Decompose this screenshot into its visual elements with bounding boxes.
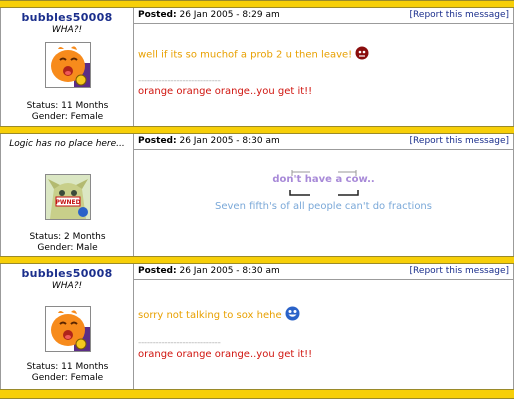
message-board: bubbles50008 WHA?! Status: 11 Months Gen… [0, 0, 516, 402]
posted-date: 26 Jan 2005 - 8:30 am [179, 266, 280, 276]
author-panel: bubbles50008 WHA?! Status: 11 Months Gen… [1, 264, 134, 389]
signature-banner: don't have a cow.. [134, 168, 513, 198]
report-message-link[interactable]: [Report this message] [410, 264, 509, 279]
posted-label: Posted: [138, 266, 177, 276]
post-header: Posted: 26 Jan 2005 - 8:30 am [Report th… [134, 264, 513, 280]
orange-blob-avatar-icon [46, 307, 90, 351]
author-title: WHA?! [51, 281, 83, 291]
blue-grin-face-icon [285, 306, 300, 324]
post-message: sorry not talking to sox hehe [138, 310, 282, 321]
report-message-link[interactable]: [Report this message] [410, 8, 509, 23]
orange-blob-avatar-icon [46, 43, 90, 87]
author-title: Logic has no place here... [9, 139, 125, 149]
post-separator [0, 0, 514, 8]
author-panel: Logic has no place here... PWNED Status:… [1, 134, 134, 256]
post-separator [0, 126, 514, 134]
signature-quote: Seven fifth's of all people can't do fra… [215, 201, 432, 212]
author-gender: Gender: Female [31, 112, 104, 122]
signature-text: orange orange orange..you get it!! [138, 349, 313, 360]
posted-date: 26 Jan 2005 - 8:30 am [179, 136, 280, 146]
signature-banner-text: don't have a cow.. [272, 174, 375, 185]
signature-divider: ---------------------------- [138, 76, 221, 86]
posted-label: Posted: [138, 10, 177, 20]
posted-date: 26 Jan 2005 - 8:29 am [179, 10, 280, 20]
author-status: Status: 11 Months [26, 362, 109, 372]
post-body: sorry not talking to sox hehe ----------… [134, 280, 513, 389]
post-body: don't have a cow.. Seven fifth's of all … [134, 150, 513, 256]
signature-text: orange orange orange..you get it!! [138, 86, 313, 97]
author-panel: bubbles50008 WHA?! Status: 11 Months Gen… [1, 8, 134, 126]
post-separator [0, 389, 514, 399]
author-title: WHA?! [51, 25, 83, 35]
post-3: bubbles50008 WHA?! Status: 11 Months Gen… [0, 264, 514, 389]
avatar: PWNED [45, 174, 91, 220]
post-message: well if its so muchof a prob 2 u then le… [138, 49, 353, 61]
author-gender: Gender: Female [31, 373, 104, 383]
post-1: bubbles50008 WHA?! Status: 11 Months Gen… [0, 8, 514, 126]
author-gender: Gender: Male [37, 243, 98, 253]
avatar [45, 42, 91, 88]
posted-label: Posted: [138, 136, 177, 146]
pwned-creature-avatar-icon: PWNED [46, 175, 90, 219]
angry-red-face-icon [355, 46, 369, 63]
author-username[interactable]: bubbles50008 [1, 267, 133, 280]
post-separator [0, 256, 514, 264]
post-header: Posted: 26 Jan 2005 - 8:29 am [Report th… [134, 8, 513, 24]
avatar-caption: PWNED [55, 199, 80, 206]
avatar [45, 306, 91, 352]
post-2: Logic has no place here... PWNED Status:… [0, 134, 514, 256]
post-body: well if its so muchof a prob 2 u then le… [134, 24, 513, 126]
signature-divider: ---------------------------- [138, 338, 221, 348]
report-message-link[interactable]: [Report this message] [410, 134, 509, 149]
post-header: Posted: 26 Jan 2005 - 8:30 am [Report th… [134, 134, 513, 150]
author-username[interactable]: bubbles50008 [1, 11, 133, 24]
author-status: Status: 2 Months [29, 232, 106, 242]
author-status: Status: 11 Months [26, 101, 109, 111]
